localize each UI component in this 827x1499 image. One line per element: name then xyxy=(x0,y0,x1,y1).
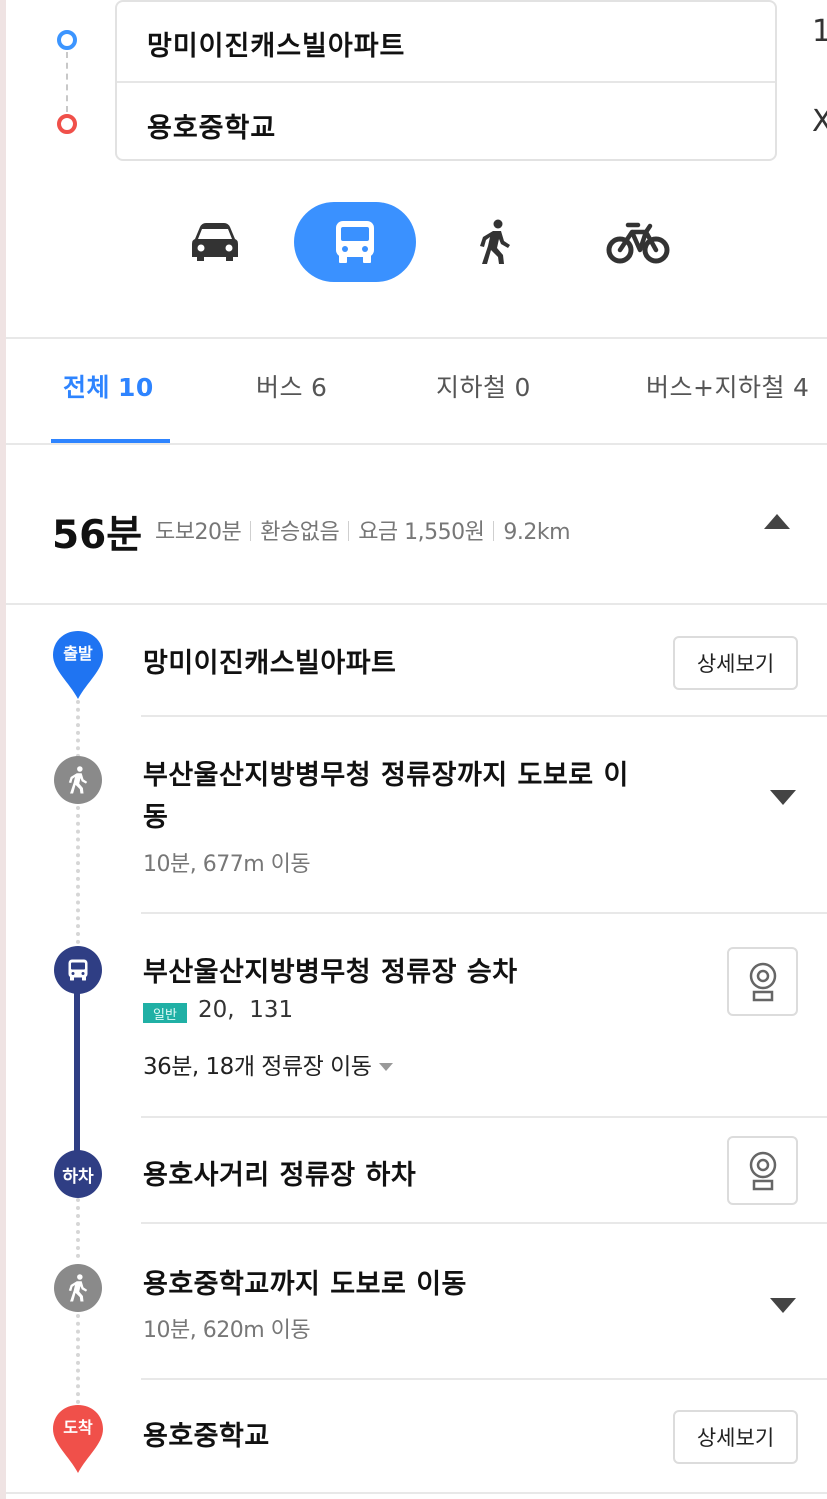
distance: 9.2km xyxy=(503,520,571,545)
total-time: 56분 xyxy=(52,513,143,558)
bus-numbers: 20, 131 xyxy=(198,997,294,1023)
divider xyxy=(6,443,827,445)
walk-icon xyxy=(68,1274,88,1302)
start-marker: 출발 xyxy=(51,630,105,700)
clear-button[interactable]: X xyxy=(812,104,827,139)
location-pin-icon xyxy=(749,962,776,1001)
walk2-info: 10분, 620m 이동 xyxy=(143,1318,311,1343)
walk-path-dots xyxy=(76,1314,80,1404)
caret-down-icon xyxy=(379,1063,394,1071)
start-detail-button[interactable]: 상세보기 xyxy=(673,636,798,690)
walk-path-dots xyxy=(76,806,80,944)
mode-car-button[interactable] xyxy=(180,202,250,282)
step-divider xyxy=(141,912,827,914)
tab-all[interactable]: 전체 10 xyxy=(63,368,154,404)
tab-bus-subway[interactable]: 버스+지하철 4 xyxy=(646,368,809,404)
bus-icon xyxy=(68,959,88,981)
car-icon xyxy=(192,223,238,261)
walk-time: 도보20분 xyxy=(155,520,242,545)
walk1-info: 10분, 677m 이동 xyxy=(143,852,311,877)
route-summary: 도보20분 환승없음 요금 1,550원 9.2km xyxy=(155,514,571,546)
expand-icon[interactable] xyxy=(770,790,796,805)
alight-title: 용호사거리 정류장 하차 xyxy=(143,1160,417,1191)
walk-path-dots xyxy=(76,700,80,758)
walk-path-dots xyxy=(76,1198,80,1258)
step-divider xyxy=(141,1116,827,1118)
mode-bike-button[interactable] xyxy=(598,202,678,282)
alight-marker: 하차 xyxy=(54,1150,102,1198)
tab-bus[interactable]: 버스 6 xyxy=(256,368,327,404)
input-divider xyxy=(117,81,775,83)
stop-location-button[interactable] xyxy=(727,1136,798,1205)
walk1-title-line2: 동 xyxy=(143,802,169,833)
expand-icon[interactable] xyxy=(770,1298,796,1313)
bicycle-icon xyxy=(606,222,670,264)
destination-input[interactable]: 용호중학교 xyxy=(147,106,276,145)
step-divider xyxy=(141,1378,827,1380)
start-title: 망미이진캐스빌아파트 xyxy=(143,648,397,679)
walk2-title: 용호중학교까지 도보로 이동 xyxy=(143,1269,467,1300)
bus-icon xyxy=(336,221,374,263)
route-connector xyxy=(66,52,68,112)
location-pin-icon xyxy=(749,1151,776,1190)
bus-path-line xyxy=(74,990,80,1156)
end-marker-label: 도착 xyxy=(63,1418,93,1437)
walk-icon xyxy=(68,766,88,794)
origin-input[interactable]: 망미이진캐스빌아파트 xyxy=(147,24,405,63)
bus-type-badge: 일반 xyxy=(143,1003,187,1023)
stop-location-button[interactable] xyxy=(727,947,798,1016)
end-title: 용호중학교 xyxy=(143,1421,270,1452)
divider xyxy=(6,603,827,605)
end-marker: 도착 xyxy=(51,1404,105,1474)
divider xyxy=(6,337,827,339)
step-divider xyxy=(141,1222,827,1224)
walk1-title-line1: 부산울산지방병무청 정류장까지 도보로 이 xyxy=(143,760,629,791)
walk-icon xyxy=(480,219,510,264)
bus-ride-info[interactable]: 36분, 18개 정류장 이동 xyxy=(143,1047,394,1081)
step-divider xyxy=(141,715,827,717)
destination-dot-icon xyxy=(57,114,77,134)
walk-step-circle xyxy=(54,1264,102,1312)
panel-edge xyxy=(0,0,6,1499)
divider xyxy=(6,1492,827,1494)
route-input-box: 망미이진캐스빌아파트 용호중학교 xyxy=(115,0,777,161)
mode-bus-button[interactable] xyxy=(294,202,416,282)
mode-walk-button[interactable] xyxy=(460,202,530,282)
fare: 요금 1,550원 xyxy=(358,520,485,545)
swap-button[interactable]: 1 xyxy=(812,14,827,49)
origin-dot-icon xyxy=(57,30,77,50)
board-step-circle xyxy=(54,946,102,994)
collapse-icon[interactable] xyxy=(764,514,790,529)
transfer-count: 환승없음 xyxy=(260,520,340,545)
walk-step-circle xyxy=(54,756,102,804)
tab-subway[interactable]: 지하철 0 xyxy=(436,368,531,404)
board-title: 부산울산지방병무청 정류장 승차 xyxy=(143,957,518,988)
end-detail-button[interactable]: 상세보기 xyxy=(673,1410,798,1464)
start-marker-label: 출발 xyxy=(63,644,93,663)
